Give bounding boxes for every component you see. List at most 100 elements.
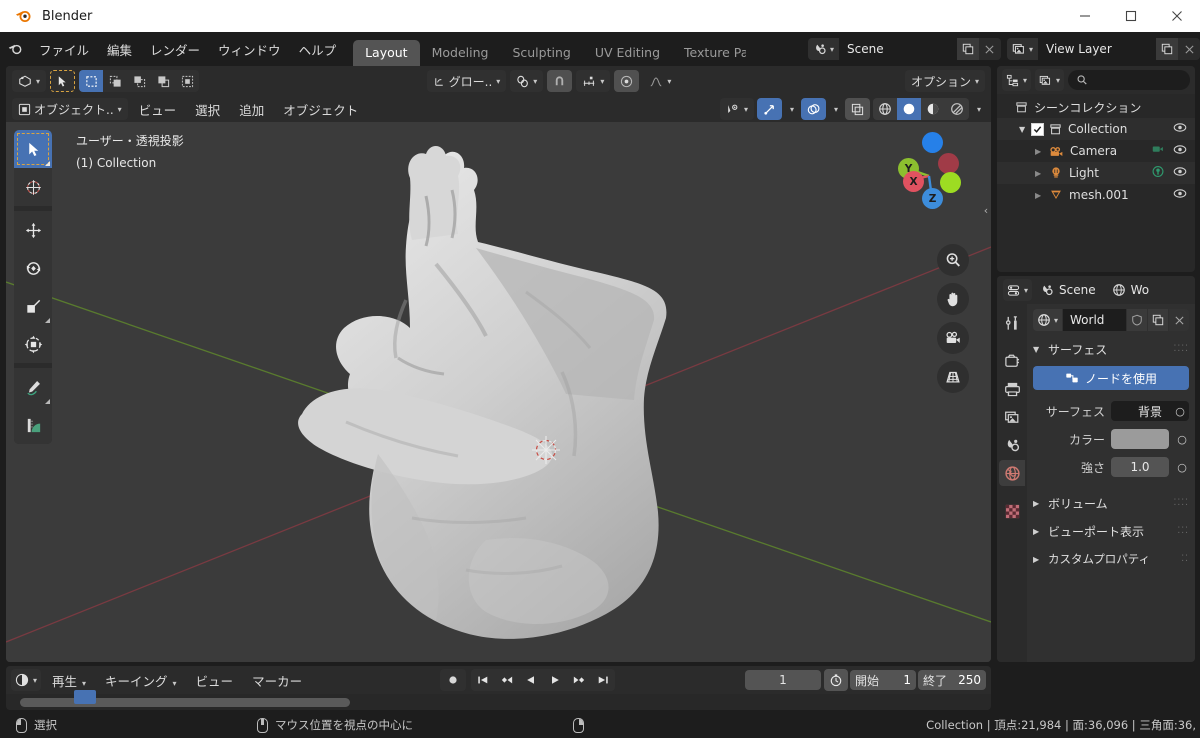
maximize-icon[interactable] <box>1108 0 1154 32</box>
properties-tab-column[interactable] <box>997 304 1027 662</box>
color-field-row[interactable]: カラー ○ <box>1033 428 1189 450</box>
frame-end-field[interactable]: 終了 250 <box>917 670 986 690</box>
viewport-options-dropdown[interactable]: オプション ▾ <box>904 70 985 92</box>
gizmo-dropdown[interactable]: ▾ <box>785 98 798 120</box>
world-icon[interactable]: ▾ <box>1033 309 1063 331</box>
output-icon[interactable] <box>999 376 1025 402</box>
texture-icon[interactable] <box>999 498 1025 524</box>
tab-layout[interactable]: Layout <box>353 40 420 66</box>
gizmo-axis-z[interactable]: Z <box>922 188 943 209</box>
shading-material-icon[interactable] <box>920 98 945 120</box>
camera-view-icon[interactable] <box>937 322 969 354</box>
list-item[interactable]: ▶ Light <box>997 162 1195 184</box>
surface-dropdown[interactable]: 背景 ○ <box>1111 401 1189 421</box>
chevron-left-icon[interactable]: ‹ <box>981 200 991 220</box>
play-reverse-icon[interactable] <box>519 669 544 691</box>
chevron-down-icon[interactable]: ▼ <box>1019 125 1029 134</box>
eye-icon[interactable] <box>1173 188 1187 202</box>
gizmo-icon[interactable] <box>756 98 782 120</box>
rotate-tool-icon[interactable] <box>14 249 52 287</box>
object-visibility-icon[interactable]: ▾ <box>719 98 754 120</box>
tool-icon[interactable] <box>999 310 1025 336</box>
use-nodes-button[interactable]: ノードを使用 <box>1033 366 1189 390</box>
measure-tool-icon[interactable] <box>14 406 52 444</box>
new-view-layer-button[interactable] <box>1156 38 1178 60</box>
editor-type-properties-icon[interactable]: ▾ <box>1003 279 1033 301</box>
editor-type-outliner-icon[interactable]: ▾ <box>1002 69 1032 91</box>
view-layer-selector[interactable]: ▾ View Layer <box>1006 38 1200 60</box>
shading-wireframe-icon[interactable] <box>872 98 897 120</box>
clock-icon[interactable] <box>823 669 848 691</box>
menu-render[interactable]: レンダー <box>141 37 209 62</box>
cursor-tool-icon[interactable] <box>14 168 52 206</box>
mode-selector[interactable]: オブジェクト.. ▾ <box>12 98 128 120</box>
tab-modeling[interactable]: Modeling <box>420 40 501 66</box>
camera-object-icon[interactable] <box>1151 143 1165 160</box>
jump-to-end-icon[interactable] <box>591 669 616 691</box>
eye-icon[interactable] <box>1173 144 1187 158</box>
chevron-right-icon[interactable]: ▶ <box>1035 191 1045 200</box>
world-name-field[interactable]: World <box>1063 309 1126 331</box>
viewport-nav-buttons[interactable] <box>937 244 969 393</box>
light-object-icon[interactable] <box>1151 165 1165 182</box>
new-scene-button[interactable] <box>956 38 979 60</box>
tweak-select-icon[interactable] <box>50 70 76 92</box>
surface-field-row[interactable]: サーフェス 背景 ○ <box>1033 400 1189 422</box>
snap-dropdown[interactable]: ▾ <box>510 70 544 92</box>
magnet-icon[interactable] <box>547 70 573 92</box>
timeline-editor[interactable]: ▾ 再生 ▾ キーイング ▾ ビュー マーカー 1 開始 1 終了 250 <box>6 666 991 710</box>
menu-window[interactable]: ウィンドウ <box>209 37 290 62</box>
world-icon[interactable] <box>999 460 1025 486</box>
jump-to-start-icon[interactable] <box>471 669 496 691</box>
timeline-menu-view[interactable]: ビュー <box>188 668 242 693</box>
menu-help[interactable]: ヘルプ <box>290 37 346 62</box>
chevron-right-icon[interactable]: ▶ <box>1035 147 1045 156</box>
list-item[interactable]: ▶ Camera <box>997 140 1195 162</box>
move-tool-icon[interactable] <box>14 211 52 249</box>
proportional-edit-icon[interactable] <box>614 70 640 92</box>
breadcrumb[interactable]: Scene <box>1040 283 1096 297</box>
unlink-world-button[interactable] <box>1169 309 1189 331</box>
timeline-playhead[interactable] <box>74 690 96 704</box>
gizmo-axis-neg-y[interactable] <box>940 172 961 193</box>
tab-sculpting[interactable]: Sculpting <box>500 40 582 66</box>
panel-surface-header[interactable]: ▼ サーフェス ⁚⁚⁚⁚ <box>1033 338 1189 360</box>
select-invert-icon[interactable] <box>151 70 176 92</box>
prev-keyframe-icon[interactable] <box>495 669 520 691</box>
overlays-icon[interactable] <box>800 98 826 120</box>
viewport-menu-view[interactable]: ビュー <box>131 97 185 122</box>
transform-tool-icon[interactable] <box>14 325 52 363</box>
panel-custom-properties-header[interactable]: ▶ カスタムプロパティ ⁚⁚ <box>1033 548 1189 570</box>
overlays-dropdown[interactable]: ▾ <box>829 98 842 120</box>
strength-number-field[interactable]: 1.0 <box>1111 457 1169 477</box>
view-layer-icon[interactable]: ▾ <box>1006 38 1038 60</box>
chevron-right-icon[interactable]: ▶ <box>1035 169 1045 178</box>
tab-texture-paint[interactable]: Texture Paint <box>672 40 746 66</box>
outliner-tree[interactable]: シーンコレクション ▼ Collection ▶ Camera ▶ Light … <box>997 94 1195 206</box>
select-intersect-icon[interactable] <box>175 70 200 92</box>
select-mode-group[interactable] <box>79 70 200 92</box>
animate-property-icon[interactable]: ○ <box>1175 429 1189 449</box>
xray-toggle-icon[interactable] <box>844 98 870 120</box>
next-keyframe-icon[interactable] <box>567 669 592 691</box>
outliner-display-mode-icon[interactable]: ▾ <box>1035 69 1065 91</box>
shading-rendered-icon[interactable] <box>944 98 969 120</box>
timeline-scrollbar[interactable] <box>20 698 350 707</box>
playback-controls[interactable] <box>440 669 616 691</box>
timeline-menu-playback[interactable]: 再生 ▾ <box>44 668 94 693</box>
eye-icon[interactable] <box>1173 122 1187 136</box>
transport-buttons[interactable] <box>471 669 616 691</box>
gizmo-axis-neg-z[interactable] <box>922 132 943 153</box>
timeline-menu-keying[interactable]: キーイング ▾ <box>97 668 185 693</box>
minimize-icon[interactable] <box>1062 0 1108 32</box>
scene-icon[interactable]: ▾ <box>807 38 839 60</box>
remove-scene-button[interactable] <box>978 38 1001 60</box>
toggle-perspective-icon[interactable] <box>937 361 969 393</box>
animate-property-icon[interactable]: ○ <box>1175 457 1189 477</box>
zoom-icon[interactable] <box>937 244 969 276</box>
menu-file[interactable]: ファイル <box>30 37 98 62</box>
shield-icon[interactable] <box>1127 309 1147 331</box>
view-layer-name[interactable]: View Layer <box>1038 38 1156 60</box>
snap-increment-icon[interactable]: ▾ <box>576 70 611 92</box>
scene-name[interactable]: Scene <box>838 38 957 60</box>
